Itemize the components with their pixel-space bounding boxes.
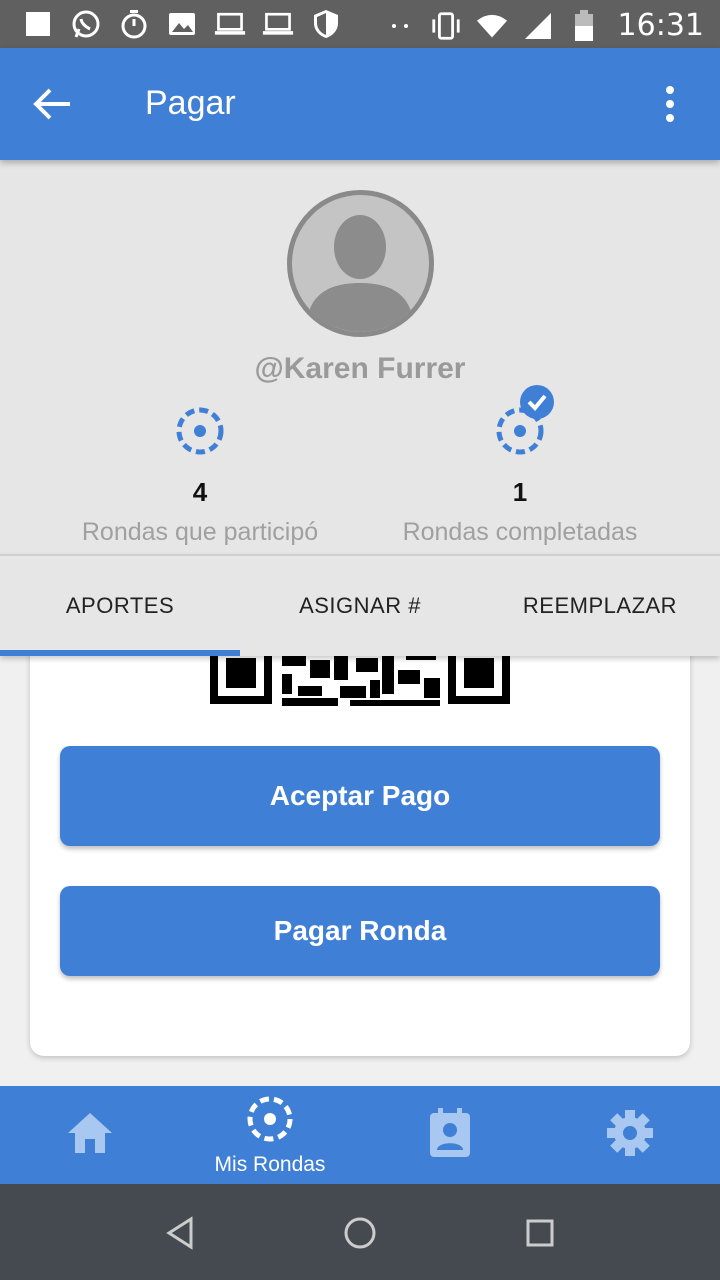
page-title: Pagar: [145, 84, 236, 122]
stat-participated: 4 Rondas que participó: [20, 403, 380, 547]
laptop-icon: [214, 8, 246, 40]
system-nav-bar: [0, 1184, 720, 1280]
qr-code-icon: [210, 650, 510, 706]
avatar: [287, 190, 434, 337]
more-vert-icon[interactable]: [658, 84, 682, 124]
rondas-check-icon: [492, 385, 554, 459]
settings-icon: [605, 1108, 655, 1163]
tab-asignar[interactable]: ASIGNAR #: [240, 556, 480, 656]
app-bar: Pagar: [0, 48, 720, 160]
status-bar: 16:31: [0, 0, 720, 48]
back-triangle-icon[interactable]: [155, 1208, 205, 1258]
signal-icon: [522, 10, 554, 42]
nav-contacts[interactable]: [360, 1086, 540, 1184]
check-icon: [520, 385, 554, 419]
stat-value: 4: [192, 477, 208, 507]
stat-label: Rondas que participó: [81, 518, 319, 546]
stat-label: Rondas completadas: [402, 518, 638, 546]
home-circle-icon[interactable]: [335, 1208, 385, 1258]
contact-calendar-icon: [428, 1107, 472, 1163]
nav-home[interactable]: [0, 1086, 180, 1184]
laptop-icon: [262, 8, 294, 40]
square-notification-icon: [22, 8, 54, 40]
rondas-icon: [172, 403, 228, 459]
nav-settings[interactable]: [540, 1086, 720, 1184]
dots-icon: [384, 10, 416, 42]
accept-payment-button[interactable]: Aceptar Pago: [60, 746, 660, 846]
tab-indicator: [0, 650, 240, 656]
wifi-icon: [476, 10, 508, 42]
bottom-nav: Mis Rondas: [0, 1086, 720, 1184]
nav-label: Mis Rondas: [214, 1152, 326, 1176]
shield-icon: [310, 8, 342, 40]
username: @Karen Furrer: [254, 352, 466, 385]
vibrate-icon: [430, 10, 462, 42]
tab-aportes[interactable]: APORTES: [0, 556, 240, 656]
payment-card: Aceptar Pago Pagar Ronda: [30, 630, 690, 1056]
tab-bar: APORTES ASIGNAR # REEMPLAZAR: [0, 554, 720, 656]
nav-mis-rondas[interactable]: Mis Rondas: [180, 1086, 360, 1184]
status-time: 16:31: [617, 8, 704, 43]
whatsapp-icon: [70, 8, 102, 40]
profile-header: @Karen Furrer 4 Rondas que participó 1 R…: [0, 160, 720, 554]
home-icon: [66, 1111, 114, 1160]
battery-icon: [568, 9, 600, 42]
recents-square-icon[interactable]: [515, 1208, 565, 1258]
pay-round-button[interactable]: Pagar Ronda: [60, 886, 660, 976]
rondas-icon: [245, 1094, 295, 1149]
image-icon: [166, 8, 198, 40]
stat-value: 1: [512, 477, 528, 507]
arrow-back-icon[interactable]: [30, 84, 82, 124]
tab-reemplazar[interactable]: REEMPLAZAR: [480, 556, 720, 656]
stopwatch-icon: [118, 8, 150, 40]
stat-completed: 1 Rondas completadas: [340, 385, 700, 547]
